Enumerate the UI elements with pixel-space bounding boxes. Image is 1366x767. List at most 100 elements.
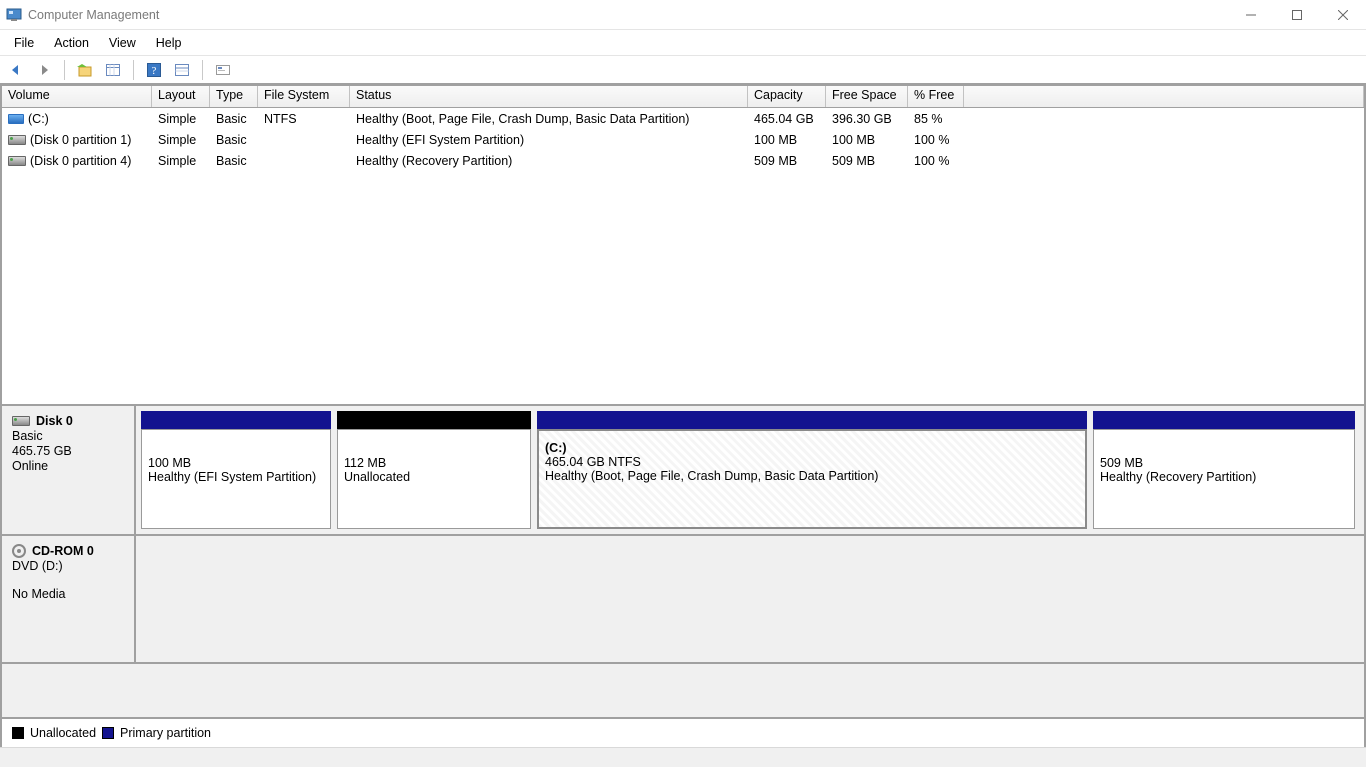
disk0-info[interactable]: Disk 0 Basic 465.75 GB Online [2, 406, 136, 534]
titlebar: Computer Management [0, 0, 1366, 30]
calendar-icon[interactable] [101, 59, 125, 81]
col-fs[interactable]: File System [258, 86, 350, 107]
col-capacity[interactable]: Capacity [748, 86, 826, 107]
col-volume[interactable]: Volume [2, 86, 152, 107]
unallocated-bar [337, 411, 531, 429]
volume-list-pane: Volume Layout Type File System Status Ca… [2, 84, 1364, 406]
minimize-button[interactable] [1228, 0, 1274, 30]
volume-name: (Disk 0 partition 4) [30, 154, 131, 168]
partition-size: 509 MB [1100, 456, 1348, 470]
legend-primary: Primary partition [120, 726, 211, 740]
partition[interactable]: 112 MBUnallocated [337, 411, 531, 529]
volume-type: Basic [210, 111, 258, 127]
drive-icon [8, 114, 24, 124]
col-type[interactable]: Type [210, 86, 258, 107]
menu-help[interactable]: Help [146, 34, 192, 52]
cdrom-title: CD-ROM 0 [32, 544, 94, 558]
maximize-button[interactable] [1274, 0, 1320, 30]
col-filler [964, 86, 1364, 107]
cdrom-icon [12, 544, 26, 558]
close-button[interactable] [1320, 0, 1366, 30]
disk0-map: 100 MBHealthy (EFI System Partition)112 … [136, 406, 1364, 534]
help-icon[interactable]: ? [142, 59, 166, 81]
partition-body: 100 MBHealthy (EFI System Partition) [141, 429, 331, 529]
volume-pfree: 85 % [908, 111, 964, 127]
cdrom-info[interactable]: CD-ROM 0 DVD (D:) No Media [2, 536, 136, 662]
partition-body: 509 MBHealthy (Recovery Partition) [1093, 429, 1355, 529]
disk0-type: Basic [12, 429, 128, 443]
primary-bar [141, 411, 331, 429]
menubar: File Action View Help [0, 30, 1366, 56]
window-title: Computer Management [28, 8, 159, 22]
volume-status: Healthy (Boot, Page File, Crash Dump, Ba… [350, 111, 748, 127]
partition[interactable]: (C:)465.04 GB NTFSHealthy (Boot, Page Fi… [537, 411, 1087, 529]
list-icon[interactable] [170, 59, 194, 81]
hdd-icon [8, 135, 26, 145]
col-pfree[interactable]: % Free [908, 86, 964, 107]
legend-swatch-primary [102, 727, 114, 739]
legend-swatch-unallocated [12, 727, 24, 739]
volume-name: (Disk 0 partition 1) [30, 133, 131, 147]
partition-body: 112 MBUnallocated [337, 429, 531, 529]
forward-button[interactable] [32, 59, 56, 81]
volume-name: (C:) [28, 112, 49, 126]
toolbar: ? [0, 56, 1366, 84]
disk0-size: 465.75 GB [12, 444, 128, 458]
legend-unallocated: Unallocated [30, 726, 96, 740]
volume-status: Healthy (Recovery Partition) [350, 153, 748, 169]
col-status[interactable]: Status [350, 86, 748, 107]
partition-size: 100 MB [148, 456, 324, 470]
volume-row[interactable]: (Disk 0 partition 4) SimpleBasic Healthy (… [2, 150, 1364, 171]
disk0-row: Disk 0 Basic 465.75 GB Online 100 MBHeal… [2, 406, 1364, 534]
volume-pfree: 100 % [908, 153, 964, 169]
cdrom-type: DVD (D:) [12, 559, 128, 573]
volume-pfree: 100 % [908, 132, 964, 148]
up-icon[interactable] [73, 59, 97, 81]
volume-status: Healthy (EFI System Partition) [350, 132, 748, 148]
content: Volume Layout Type File System Status Ca… [0, 84, 1366, 747]
partition-status: Healthy (Boot, Page File, Crash Dump, Ba… [545, 469, 1079, 483]
volume-fs: NTFS [258, 111, 350, 127]
volume-layout: Simple [152, 111, 210, 127]
primary-bar [537, 411, 1087, 429]
volume-row[interactable]: (Disk 0 partition 1) SimpleBasic Healthy (… [2, 129, 1364, 150]
menu-file[interactable]: File [4, 34, 44, 52]
volume-free: 396.30 GB [826, 111, 908, 127]
volume-row[interactable]: (C:) SimpleBasicNTFSHealthy (Boot, Page F… [2, 108, 1364, 129]
partition[interactable]: 509 MBHealthy (Recovery Partition) [1093, 411, 1355, 529]
volume-header-row: Volume Layout Type File System Status Ca… [2, 86, 1364, 108]
col-layout[interactable]: Layout [152, 86, 210, 107]
volume-fs [258, 160, 350, 162]
partition-label: (C:) [545, 441, 1079, 455]
statusbar [0, 747, 1366, 767]
partition-size: 112 MB [344, 456, 524, 470]
back-button[interactable] [4, 59, 28, 81]
app-icon [6, 7, 22, 23]
volume-layout: Simple [152, 153, 210, 169]
cdrom-state: No Media [12, 587, 128, 601]
volume-capacity: 465.04 GB [748, 111, 826, 127]
partition-size: 465.04 GB NTFS [545, 455, 1079, 469]
col-free[interactable]: Free Space [826, 86, 908, 107]
hdd-icon [12, 416, 30, 426]
volume-free: 509 MB [826, 153, 908, 169]
volume-type: Basic [210, 132, 258, 148]
volume-capacity: 100 MB [748, 132, 826, 148]
disk0-title: Disk 0 [36, 414, 73, 428]
disk-pane-filler [2, 662, 1364, 717]
menu-view[interactable]: View [99, 34, 146, 52]
window-controls [1228, 0, 1366, 30]
partition[interactable]: 100 MBHealthy (EFI System Partition) [141, 411, 331, 529]
menu-action[interactable]: Action [44, 34, 99, 52]
settings-icon[interactable] [211, 59, 235, 81]
volume-type: Basic [210, 153, 258, 169]
partition-body: (C:)465.04 GB NTFSHealthy (Boot, Page Fi… [537, 429, 1087, 529]
volume-fs [258, 139, 350, 141]
svg-text:?: ? [152, 65, 157, 77]
volume-capacity: 509 MB [748, 153, 826, 169]
volume-layout: Simple [152, 132, 210, 148]
legend: Unallocated Primary partition [2, 717, 1364, 747]
partition-status: Healthy (EFI System Partition) [148, 470, 324, 484]
cdrom-map [136, 536, 1364, 662]
disk-graphical-pane: Disk 0 Basic 465.75 GB Online 100 MBHeal… [2, 406, 1364, 747]
